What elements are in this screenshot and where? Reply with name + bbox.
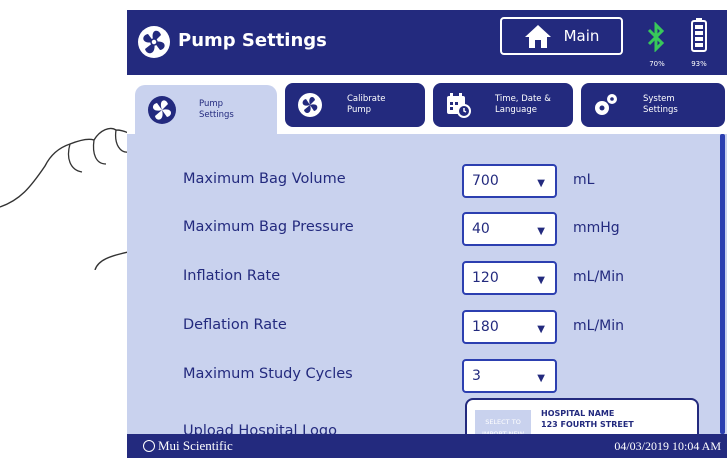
max-bag-volume-dropdown[interactable]: 700 ▼ bbox=[462, 164, 557, 198]
setting-label: Maximum Bag Volume bbox=[183, 171, 346, 187]
tab-label-line1: Time, Date & bbox=[495, 94, 551, 104]
hospital-address-text: 123 FOURTH STREET bbox=[541, 420, 634, 429]
header-bar: Pump Settings Main 70% 93% bbox=[127, 10, 727, 75]
footer-bar: Mui Scientific 04/03/2019 10:04 AM bbox=[127, 434, 727, 458]
tab-label-line2: Language bbox=[495, 105, 537, 115]
setting-unit: mmHg bbox=[573, 220, 620, 236]
main-button[interactable]: Main bbox=[500, 17, 623, 55]
battery-icon bbox=[691, 18, 707, 52]
setting-unit: mL/Min bbox=[573, 269, 624, 285]
chevron-down-icon: ▼ bbox=[537, 324, 545, 335]
dropdown-value: 700 bbox=[472, 173, 499, 189]
setting-label: Maximum Bag Pressure bbox=[183, 219, 354, 235]
chevron-down-icon: ▼ bbox=[537, 275, 545, 286]
tab-label-line1: Pump bbox=[199, 98, 224, 109]
fan-icon bbox=[148, 95, 176, 124]
tab-label: Calibrate Pump bbox=[347, 94, 386, 116]
tab-icon-holder bbox=[147, 94, 177, 125]
tab-label-line1: Calibrate bbox=[347, 94, 386, 104]
tab-label-line2: Settings bbox=[643, 105, 678, 115]
tab-label: Pump Settings bbox=[199, 99, 234, 121]
brand-circle-icon bbox=[143, 440, 155, 452]
tab-icon-holder bbox=[295, 90, 325, 120]
setting-unit: mL/Min bbox=[573, 318, 624, 334]
settings-panel: Maximum Bag Volume 700 ▼ mL Maximum Bag … bbox=[127, 134, 727, 448]
bluetooth-icon bbox=[647, 22, 665, 52]
tab-label-line2: Settings bbox=[199, 109, 234, 120]
battery-percentage: 93% bbox=[691, 60, 707, 68]
tab-label-line1: System bbox=[643, 94, 675, 104]
chevron-down-icon: ▼ bbox=[537, 226, 545, 237]
setting-row-inflation-rate: Inflation Rate 120 ▼ mL/Min bbox=[183, 261, 703, 295]
max-study-cycles-dropdown[interactable]: 3 ▼ bbox=[462, 359, 557, 393]
chevron-down-icon: ▼ bbox=[537, 178, 545, 189]
setting-label: Inflation Rate bbox=[183, 268, 281, 284]
dropdown-value: 180 bbox=[472, 319, 499, 335]
max-bag-pressure-dropdown[interactable]: 40 ▼ bbox=[462, 212, 557, 246]
tab-system-settings[interactable]: System Settings bbox=[581, 83, 725, 127]
fan-gear-icon bbox=[298, 93, 322, 117]
setting-label: Deflation Rate bbox=[183, 317, 287, 333]
tab-label-line2: Pump bbox=[347, 105, 372, 115]
scrollbar[interactable] bbox=[720, 134, 725, 434]
home-icon bbox=[524, 25, 551, 48]
tab-icon-holder bbox=[443, 90, 473, 120]
dropdown-value: 40 bbox=[472, 221, 490, 237]
setting-label: Maximum Study Cycles bbox=[183, 366, 353, 382]
page-title: Pump Settings bbox=[178, 30, 327, 51]
brand-name: Mui Scientific bbox=[158, 438, 233, 453]
main-button-label: Main bbox=[563, 27, 600, 45]
setting-unit: mL bbox=[573, 172, 595, 188]
dropdown-value: 120 bbox=[472, 270, 499, 286]
hospital-name-text: HOSPITAL NAME bbox=[541, 409, 615, 418]
tab-icon-holder bbox=[591, 90, 621, 120]
gears-icon bbox=[595, 94, 617, 115]
tab-pump-settings[interactable]: Pump Settings bbox=[135, 85, 277, 134]
setting-row-max-bag-volume: Maximum Bag Volume 700 ▼ mL bbox=[183, 164, 703, 198]
setting-row-deflation-rate: Deflation Rate 180 ▼ mL/Min bbox=[183, 310, 703, 344]
tab-time-date-language[interactable]: Time, Date & Language bbox=[433, 83, 573, 127]
setting-row-max-bag-pressure: Maximum Bag Pressure 40 ▼ mmHg bbox=[183, 212, 703, 246]
tab-label: Time, Date & Language bbox=[495, 94, 551, 116]
tab-calibrate-pump[interactable]: Calibrate Pump bbox=[285, 83, 425, 127]
inflation-rate-dropdown[interactable]: 120 ▼ bbox=[462, 261, 557, 295]
tab-bar: Pump Settings Calibrate Pump Time, Date … bbox=[127, 75, 727, 134]
deflation-rate-dropdown[interactable]: 180 ▼ bbox=[462, 310, 557, 344]
datetime-display: 04/03/2019 10:04 AM bbox=[614, 439, 721, 453]
calendar-clock-icon bbox=[447, 93, 471, 118]
pump-settings-app: Pump Settings Main 70% 93% Pump Settings… bbox=[127, 10, 727, 458]
dropdown-value: 3 bbox=[472, 368, 481, 384]
chevron-down-icon: ▼ bbox=[537, 373, 545, 384]
brand-logo: Mui Scientific bbox=[143, 438, 233, 454]
fan-icon bbox=[138, 26, 170, 58]
tab-label: System Settings bbox=[643, 94, 678, 116]
setting-row-max-study-cycles: Maximum Study Cycles 3 ▼ bbox=[183, 359, 703, 393]
bluetooth-percentage: 70% bbox=[649, 60, 665, 68]
